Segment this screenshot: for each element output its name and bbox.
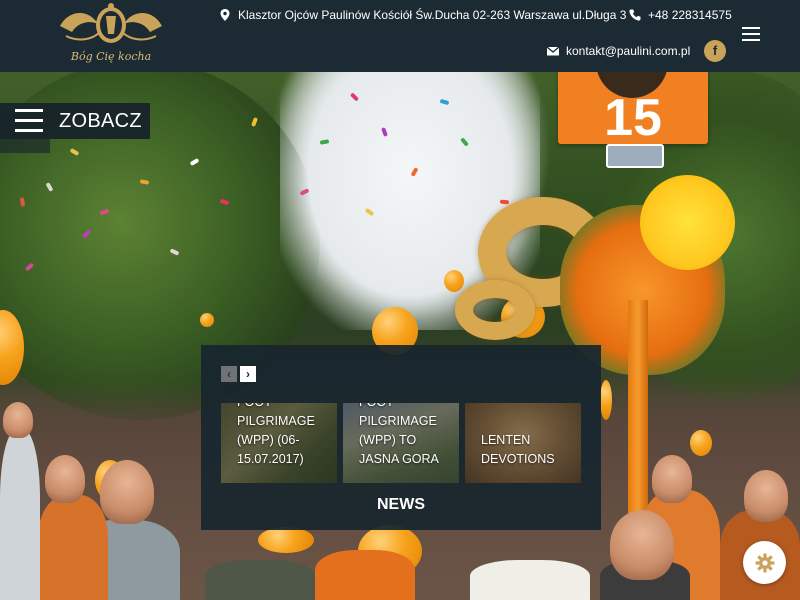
phone-link[interactable]: +48 228314575 xyxy=(628,7,732,23)
yellow-pompom xyxy=(640,175,735,270)
news-card-title: FOOT PILGRIMAGE (WPP) (06-15.07.2017) xyxy=(237,403,315,466)
facebook-button[interactable]: f xyxy=(704,40,726,62)
zobacz-menu-shadow xyxy=(0,139,50,153)
person-shirt xyxy=(315,550,415,600)
balloon xyxy=(444,270,464,292)
news-next-button[interactable]: › xyxy=(240,366,256,382)
sign-number: 15 xyxy=(604,89,662,144)
news-panel: ‹ › FOOT PILGRIMAGE (WPP) (06-15.07.2017… xyxy=(201,345,601,530)
balloon xyxy=(200,313,214,327)
person-face xyxy=(45,455,85,503)
gear-icon xyxy=(755,553,774,572)
person-face xyxy=(100,460,154,524)
confetti xyxy=(499,199,510,205)
person-face xyxy=(652,455,692,503)
phone-icon xyxy=(629,9,641,21)
envelope-icon xyxy=(546,46,560,56)
person-face xyxy=(3,402,33,438)
site-logo[interactable]: Bóg Cię kocha xyxy=(52,2,170,66)
zobacz-menu-toggle[interactable]: ZOBACZ xyxy=(0,103,150,139)
crest-logo-icon xyxy=(60,3,162,43)
main-menu-button[interactable] xyxy=(742,27,760,41)
person-shirt xyxy=(205,560,315,600)
settings-button[interactable] xyxy=(743,541,786,584)
news-heading[interactable]: NEWS xyxy=(201,495,601,515)
balloon xyxy=(690,430,712,456)
person-shirt xyxy=(0,430,40,600)
group-number-sign: 15 xyxy=(558,62,708,144)
person-shirt xyxy=(470,560,590,600)
balloon xyxy=(600,380,612,420)
sign-holder xyxy=(606,144,664,168)
news-card[interactable]: FOOT PILGRIMAGE (WPP) (06-15.07.2017) xyxy=(221,403,337,483)
facebook-icon: f xyxy=(712,43,718,58)
balloon xyxy=(258,527,314,553)
top-header: Bóg Cię kocha Klasztor Ojców Paulinów Ko… xyxy=(0,0,800,72)
news-card[interactable]: FOOT PILGRIMAGE (WPP) TO JASNA GORA xyxy=(343,403,459,483)
email-link[interactable]: kontakt@paulini.com.pl xyxy=(546,43,690,59)
email-text: kontakt@paulini.com.pl xyxy=(566,44,691,58)
person-shirt xyxy=(38,495,108,600)
phone-text: +48 228314575 xyxy=(648,8,732,22)
hamburger-icon xyxy=(15,109,43,133)
person-face xyxy=(610,510,674,580)
address-text: Klasztor Ojców Paulinów Kościół Św.Ducha… xyxy=(238,8,627,22)
ring-balloon xyxy=(455,280,535,340)
zobacz-label: ZOBACZ xyxy=(59,109,142,132)
news-card-title: LENTEN DEVOTIONS xyxy=(481,433,555,466)
map-pin-icon xyxy=(220,9,230,21)
address: Klasztor Ojców Paulinów Kościół Św.Ducha… xyxy=(218,7,626,23)
news-card-title: FOOT PILGRIMAGE (WPP) TO JASNA GORA xyxy=(359,403,439,466)
person-face xyxy=(744,470,788,522)
news-prev-button[interactable]: ‹ xyxy=(221,366,237,382)
news-card[interactable]: LENTEN DEVOTIONS xyxy=(465,403,581,483)
logo-tagline: Bóg Cię kocha xyxy=(70,50,152,63)
